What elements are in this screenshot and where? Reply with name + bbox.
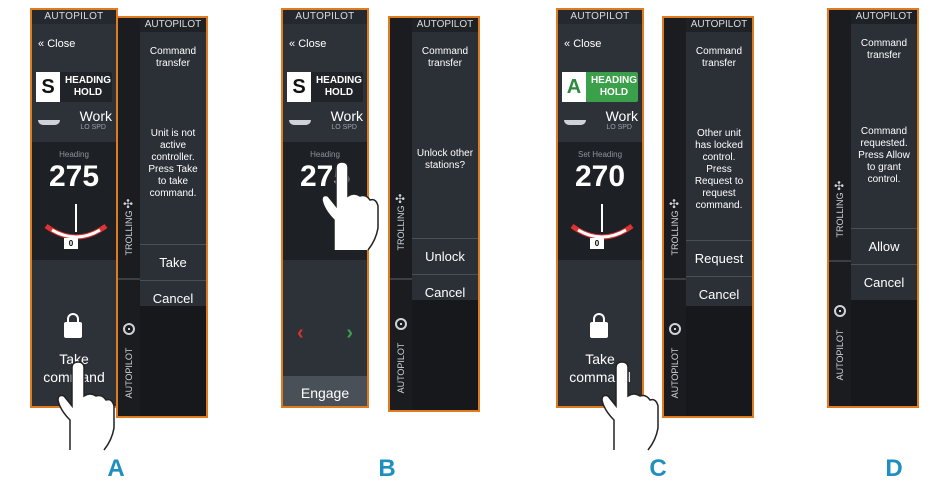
finger-pointer-icon xyxy=(596,360,666,455)
controller-panel-c: AUTOPILOT « Close A HEADING HOLD Work LO… xyxy=(556,8,644,408)
command-dialog-b: ✣ TROLLING AUTOPILOT AUTOPILOT Command t… xyxy=(388,16,480,412)
chevron-right-icon[interactable]: › xyxy=(346,322,353,345)
dialog-title: AUTOPILOT xyxy=(140,18,206,32)
close-button[interactable]: « Close xyxy=(289,38,326,50)
steering-wheel-icon xyxy=(395,318,407,330)
mode-text: HEADING HOLD xyxy=(64,75,112,98)
heading-label: Heading xyxy=(310,150,340,159)
divider xyxy=(118,278,140,280)
label-b: B xyxy=(378,455,396,482)
side-rail: ✣ TROLLING AUTOPILOT xyxy=(118,18,140,416)
trolling-tab[interactable]: TROLLING xyxy=(670,210,680,255)
dialog-footer xyxy=(686,306,752,416)
trolling-tab[interactable]: TROLLING xyxy=(396,205,406,250)
dialog-message: Command requested. Press Allow to grant … xyxy=(858,126,910,185)
dialog-main: AUTOPILOT Command transfer Other unit ha… xyxy=(686,18,752,416)
heading-hold-mode[interactable]: S HEADING HOLD xyxy=(36,72,112,102)
label-a: A xyxy=(107,455,125,482)
unlock-button[interactable]: Unlock xyxy=(412,238,478,274)
dialog-heading: Command transfer xyxy=(695,46,743,69)
dialog-main: AUTOPILOT Command transfer Command reque… xyxy=(851,10,917,406)
dialog-footer xyxy=(412,300,478,410)
steering-wheel-icon xyxy=(669,323,681,335)
take-button[interactable]: Take xyxy=(140,244,206,280)
mode-letter: S xyxy=(36,72,60,102)
dialog-message: Unlock other stations? xyxy=(416,148,474,171)
trolling-tab[interactable]: TROLLING xyxy=(835,192,845,237)
autopilot-tab[interactable]: AUTOPILOT xyxy=(124,348,134,399)
speed-label: LO SPD xyxy=(606,124,632,131)
lock-icon xyxy=(590,313,608,338)
divider xyxy=(390,278,412,280)
mode-text: HEADING HOLD xyxy=(315,75,363,98)
engage-button[interactable]: Engage xyxy=(283,376,367,406)
autopilot-tab[interactable]: AUTOPILOT xyxy=(670,348,680,399)
command-dialog-d: ✣ TROLLING AUTOPILOT AUTOPILOT Command t… xyxy=(827,8,919,408)
allow-button[interactable]: Allow xyxy=(851,228,917,264)
dialog-heading: Command transfer xyxy=(149,46,197,69)
dialog-message: Unit is not active controller. Press Tak… xyxy=(148,128,198,199)
steering-wheel-icon xyxy=(123,323,135,335)
command-dialog-c: ✣ TROLLING AUTOPILOT AUTOPILOT Command t… xyxy=(662,16,754,418)
close-button[interactable]: « Close xyxy=(38,38,75,50)
controller-panel-a: AUTOPILOT « Close S HEADING HOLD Work LO… xyxy=(30,8,118,408)
work-profile[interactable]: Work xyxy=(40,108,112,124)
side-rail: ✣ TROLLING AUTOPILOT xyxy=(664,18,686,416)
side-rail: ✣ TROLLING AUTOPILOT xyxy=(829,10,851,406)
dialog-message: Other unit has locked control. Press Req… xyxy=(694,128,744,211)
fan-icon: ✣ xyxy=(395,192,406,206)
lock-icon xyxy=(64,313,82,338)
heading-label: Set Heading xyxy=(577,150,623,159)
chevron-left-icon[interactable]: ‹ xyxy=(297,322,304,345)
label-c: C xyxy=(649,455,667,482)
dialog-footer xyxy=(140,306,206,416)
heading-value: 270 xyxy=(574,160,626,193)
dialog-title: AUTOPILOT xyxy=(412,18,478,32)
label-d: D xyxy=(885,455,903,482)
mode-letter: S xyxy=(287,72,311,102)
cancel-button[interactable]: Cancel xyxy=(851,264,917,300)
work-profile[interactable]: Work xyxy=(566,108,638,124)
command-dialog-a: ✣ TROLLING AUTOPILOT AUTOPILOT Command t… xyxy=(116,16,208,418)
autopilot-tab[interactable]: AUTOPILOT xyxy=(396,343,406,394)
heading-hold-mode[interactable]: S HEADING HOLD xyxy=(287,72,363,102)
dialog-footer xyxy=(851,300,917,406)
fan-icon: ✣ xyxy=(669,197,680,211)
divider xyxy=(664,278,686,280)
heading-panel: Set Heading 270 0 xyxy=(558,142,642,260)
heading-label: Heading xyxy=(59,150,89,159)
dialog-main: AUTOPILOT Command transfer Unlock other … xyxy=(412,18,478,410)
heading-hold-mode[interactable]: A HEADING HOLD xyxy=(562,72,638,102)
rudder-value: 0 xyxy=(590,238,604,249)
divider xyxy=(829,260,851,262)
speed-label: LO SPD xyxy=(331,124,357,131)
dialog-title: AUTOPILOT xyxy=(851,10,917,24)
finger-pointer-icon xyxy=(52,360,122,455)
trolling-tab[interactable]: TROLLING xyxy=(124,210,134,255)
steer-controls: ‹ › Engage xyxy=(283,300,367,406)
mode-letter: A xyxy=(562,72,586,102)
dialog-heading: Command transfer xyxy=(860,38,908,61)
close-button[interactable]: « Close xyxy=(564,38,601,50)
heading-panel: Heading 275 0 xyxy=(32,142,116,260)
request-button[interactable]: Request xyxy=(686,240,752,276)
heading-value: 275 xyxy=(48,160,100,193)
controller-title: AUTOPILOT xyxy=(32,10,116,24)
speed-label: LO SPD xyxy=(80,124,106,131)
dialog-main: AUTOPILOT Command transfer Unit is not a… xyxy=(140,18,206,416)
fan-icon: ✣ xyxy=(123,197,134,211)
rudder-value: 0 xyxy=(64,238,78,249)
side-rail: ✣ TROLLING AUTOPILOT xyxy=(390,18,412,410)
fan-icon: ✣ xyxy=(834,179,845,193)
work-profile[interactable]: Work xyxy=(291,108,363,124)
autopilot-tab[interactable]: AUTOPILOT xyxy=(835,330,845,381)
controller-title: AUTOPILOT xyxy=(283,10,367,24)
finger-pointer-icon xyxy=(316,160,386,255)
steering-wheel-icon xyxy=(834,305,846,317)
controller-title: AUTOPILOT xyxy=(558,10,642,24)
mode-text: HEADING HOLD xyxy=(590,75,638,98)
dialog-heading: Command transfer xyxy=(421,46,469,69)
dialog-title: AUTOPILOT xyxy=(686,18,752,32)
